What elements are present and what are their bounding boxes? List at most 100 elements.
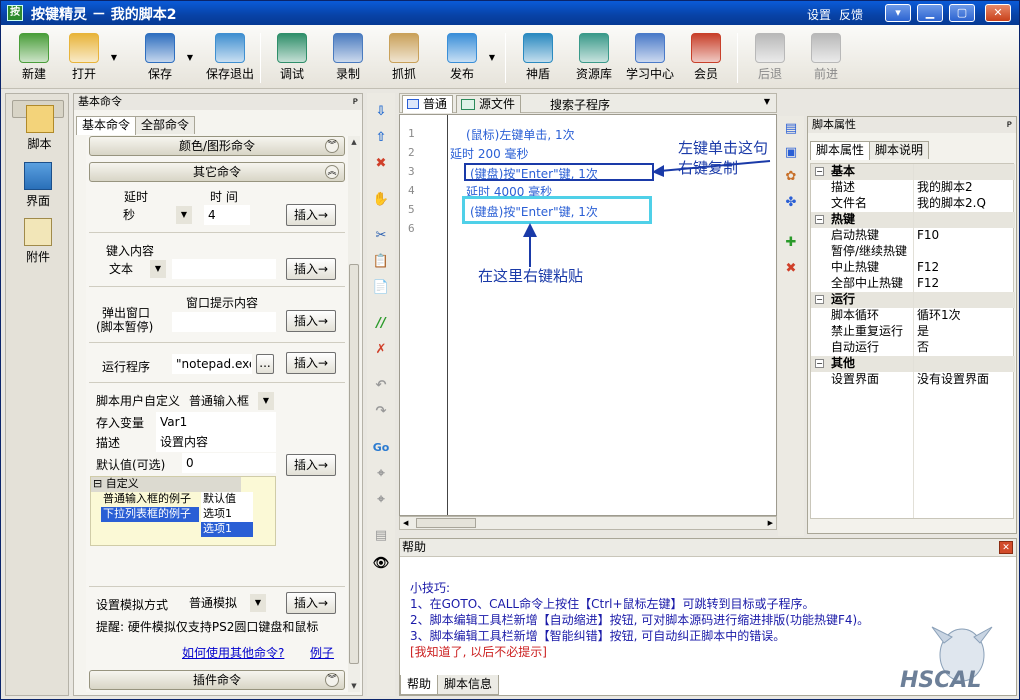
uncomment-icon[interactable]: ✗: [372, 341, 390, 359]
pin-icon[interactable]: ᴘ: [353, 94, 358, 109]
cut-icon[interactable]: ✂: [372, 227, 390, 245]
chevron-down-icon[interactable]: ︾: [325, 139, 339, 153]
custom-type-select[interactable]: 普通输入框 ▼: [186, 392, 274, 410]
pin-icon[interactable]: ᴘ: [1007, 117, 1012, 132]
scroll-up-icon[interactable]: ▲: [348, 136, 360, 148]
save-exit-button[interactable]: 保存退出: [205, 31, 255, 87]
sim-select[interactable]: 普通模拟 ▼: [186, 594, 266, 612]
collapse-icon[interactable]: −: [815, 167, 824, 176]
publish-dropdown-icon[interactable]: ▼: [489, 53, 495, 62]
publish-button[interactable]: 发布 ▼: [437, 31, 495, 87]
collapse-icon[interactable]: −: [815, 215, 824, 224]
tab-script-info[interactable]: 脚本信息: [437, 675, 500, 695]
save-button[interactable]: 保存 ▼: [135, 31, 193, 87]
redo-icon[interactable]: ↷: [372, 403, 390, 421]
forward-button[interactable]: 前进: [801, 31, 851, 87]
settings-link[interactable]: 设置: [807, 6, 831, 23]
undo-icon[interactable]: ↶: [372, 377, 390, 395]
insert-run-button[interactable]: 插入→: [286, 352, 336, 374]
comment-icon[interactable]: //: [372, 315, 390, 333]
plugin-icon[interactable]: ✤: [782, 194, 800, 212]
collapse-icon[interactable]: −: [815, 295, 824, 304]
code-line[interactable]: (键盘)按"Enter"键, 1次: [470, 203, 598, 220]
tab-script-description[interactable]: 脚本说明: [869, 141, 930, 159]
delay-time-input[interactable]: 4: [204, 205, 250, 225]
script-editor[interactable]: 1 2 3 4 5 6 (鼠标)左键单击, 1次 延时 200 毫秒 (键盘)按…: [399, 114, 777, 516]
scroll-right-icon[interactable]: ▶: [768, 517, 773, 529]
dismiss-tips-link[interactable]: [我知道了, 以后不必提示]: [410, 643, 547, 660]
command-scrollbar[interactable]: ▲ ▼: [348, 136, 360, 692]
code-line[interactable]: (鼠标)左键单击, 1次: [466, 126, 575, 143]
key-input-type-select[interactable]: 文本 ▼: [106, 260, 166, 278]
palette-icon[interactable]: ✿: [782, 168, 800, 186]
editor-hscrollbar[interactable]: ◀ ▶: [399, 516, 777, 530]
browse-button[interactable]: ...: [256, 354, 274, 374]
move-down-icon[interactable]: ⇩: [372, 103, 390, 121]
key-input-field[interactable]: [172, 259, 276, 279]
tab-source[interactable]: 源文件: [456, 95, 522, 113]
debug-button[interactable]: 调试: [267, 31, 317, 87]
learning-center-button[interactable]: 学习中心: [625, 31, 675, 87]
find-icon[interactable]: ⌖: [372, 465, 390, 483]
tab-normal[interactable]: 普通: [402, 95, 454, 113]
paste-icon[interactable]: 📄: [372, 279, 390, 297]
delay-unit-select[interactable]: 秒 ▼: [120, 206, 192, 224]
preview-dropdown-option[interactable]: 选项1: [201, 522, 253, 537]
scroll-thumb[interactable]: [416, 518, 476, 528]
view-icon[interactable]: 👁: [372, 555, 390, 573]
copy-icon[interactable]: 📋: [372, 253, 390, 271]
nav-script[interactable]: 脚本: [12, 100, 64, 151]
insert-popup-button[interactable]: 插入→: [286, 310, 336, 332]
replace-icon[interactable]: ⌖: [372, 491, 390, 509]
code-line[interactable]: 延时 200 毫秒: [450, 145, 529, 162]
delete-icon[interactable]: ✖: [372, 155, 390, 173]
add-tool-icon[interactable]: ✚: [782, 234, 800, 252]
close-button[interactable]: ✕: [985, 4, 1011, 22]
group-other-commands[interactable]: 其它命令 ︽: [89, 162, 345, 182]
feedback-link[interactable]: 反馈: [839, 6, 863, 23]
default-input[interactable]: 0: [182, 453, 276, 473]
help-menu-button[interactable]: ▾: [885, 4, 911, 22]
group-color-commands[interactable]: 颜色/图形命令 ︾: [89, 136, 345, 156]
open-dropdown-icon[interactable]: ▼: [111, 53, 117, 62]
remove-tool-icon[interactable]: ✖: [782, 260, 800, 278]
insert-sim-button[interactable]: 插入→: [286, 592, 336, 614]
how-to-link[interactable]: 如何使用其他命令?: [182, 644, 284, 661]
chevron-up-icon[interactable]: ︽: [325, 165, 339, 179]
chevron-down-icon[interactable]: ︾: [325, 673, 339, 687]
store-var-input[interactable]: Var1: [156, 412, 276, 432]
tab-script-properties[interactable]: 脚本属性: [810, 141, 871, 160]
hand-icon[interactable]: ✋: [372, 191, 390, 209]
scroll-thumb[interactable]: [349, 264, 359, 664]
run-program-input[interactable]: "notepad.exe": [172, 354, 252, 374]
save-icon[interactable]: ▣: [782, 144, 800, 162]
nav-interface[interactable]: 界面: [12, 158, 64, 216]
preview-dropdown[interactable]: 选项1: [201, 507, 253, 522]
nav-attachment[interactable]: 附件: [12, 214, 64, 272]
maximize-button[interactable]: ▢: [949, 4, 975, 22]
close-icon[interactable]: ✕: [999, 541, 1013, 554]
popup-content-input[interactable]: [172, 312, 276, 332]
tab-all-commands[interactable]: 全部命令: [135, 116, 196, 134]
scroll-left-icon[interactable]: ◀: [403, 517, 408, 529]
scroll-down-icon[interactable]: ▼: [348, 680, 360, 692]
move-up-icon[interactable]: ⇧: [372, 129, 390, 147]
save-dropdown-icon[interactable]: ▼: [187, 53, 193, 62]
back-button[interactable]: 后退: [745, 31, 795, 87]
record-button[interactable]: 录制: [323, 31, 373, 87]
code-line[interactable]: (键盘)按"Enter"键, 1次: [470, 165, 598, 182]
group-plugin-commands[interactable]: 插件命令 ︾: [89, 670, 345, 690]
grab-button[interactable]: 抓抓: [379, 31, 429, 87]
shield-button[interactable]: 神盾: [513, 31, 563, 87]
insert-delay-button[interactable]: 插入→: [286, 204, 336, 226]
member-button[interactable]: 会员: [681, 31, 731, 87]
goto-icon[interactable]: Go: [372, 439, 390, 457]
insert-custom-button[interactable]: 插入→: [286, 454, 336, 476]
tab-basic-commands[interactable]: 基本命令: [76, 116, 137, 135]
format-icon[interactable]: ▤: [372, 527, 390, 545]
desc-input[interactable]: 设置内容: [156, 432, 276, 452]
open-button[interactable]: 打开 ▼: [59, 31, 117, 87]
search-subroutine-select[interactable]: 搜索子程序 ▼: [542, 95, 774, 112]
insert-key-input-button[interactable]: 插入→: [286, 258, 336, 280]
collapse-icon[interactable]: −: [815, 359, 824, 368]
